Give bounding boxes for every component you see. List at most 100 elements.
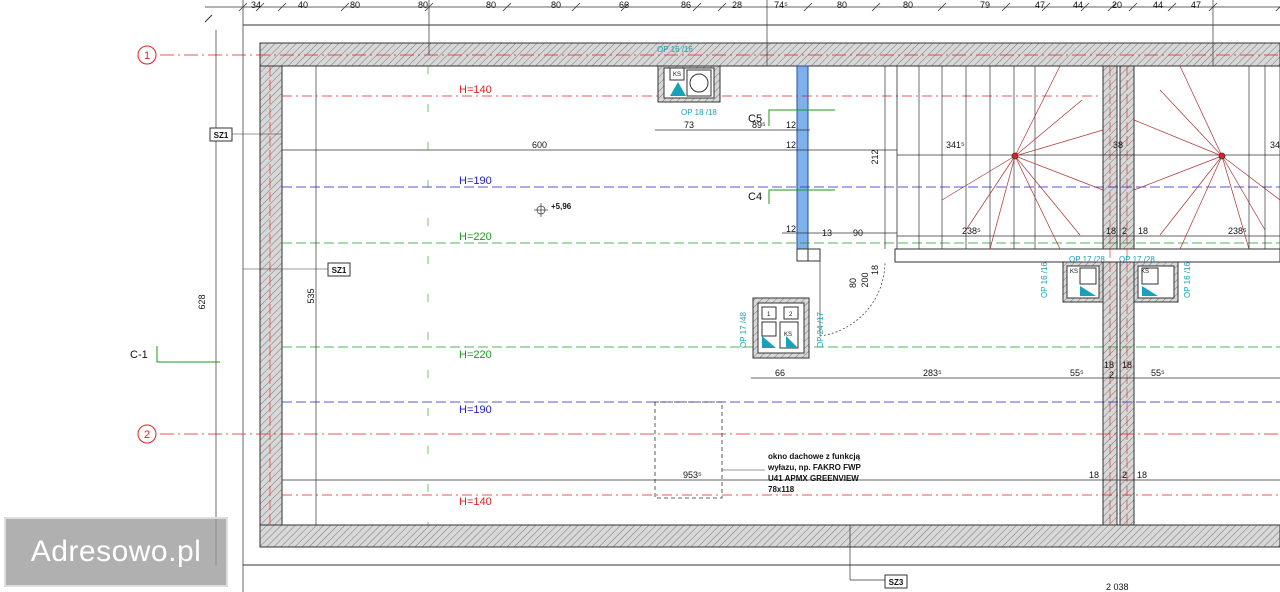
- blue-column: [796, 65, 809, 250]
- top-dimension-label: 80: [350, 0, 360, 10]
- level-h140-bot: H=140: [459, 496, 492, 508]
- svg-text:okno dachowe z funkcją: okno dachowe z funkcją: [768, 452, 861, 461]
- svg-text:212: 212: [870, 149, 880, 164]
- chimney-middle: [752, 297, 810, 359]
- level-h190-top: H=190: [459, 175, 492, 187]
- svg-text:78x118: 78x118: [768, 485, 795, 494]
- svg-text:KS: KS: [1141, 269, 1149, 275]
- winder-line: [1179, 65, 1223, 157]
- winder-line: [1014, 129, 1104, 157]
- top-dimension-label: 80: [486, 0, 496, 10]
- svg-text:34: 34: [1270, 140, 1280, 150]
- svg-text:18: 18: [1138, 226, 1148, 236]
- top-dimension-label: 86: [681, 0, 691, 10]
- svg-text:C4: C4: [748, 191, 762, 203]
- svg-text:2 038: 2 038: [1106, 582, 1129, 592]
- tag-sz1-b: SZ1: [243, 262, 351, 277]
- top-dimension-label: 66: [619, 0, 629, 10]
- svg-text:2: 2: [1122, 470, 1127, 480]
- winder-line: [1014, 155, 1104, 191]
- svg-text:OP 16 /16: OP 16 /16: [1040, 262, 1049, 298]
- svg-text:SZ1: SZ1: [214, 131, 229, 140]
- svg-text:U41 APMX GREENVIEW: U41 APMX GREENVIEW: [768, 474, 859, 483]
- svg-text:OP 18 /18: OP 18 /18: [681, 108, 717, 117]
- top-dimension-label: 47: [1035, 0, 1045, 10]
- svg-text:80: 80: [848, 278, 858, 288]
- svg-text:SZ1: SZ1: [332, 266, 347, 275]
- svg-text:OP 17 /28: OP 17 /28: [1069, 255, 1105, 264]
- svg-text:535: 535: [306, 288, 316, 303]
- top-dimension-label: 79: [980, 0, 990, 10]
- top-dimension-label: 80: [551, 0, 561, 10]
- svg-text:18: 18: [1089, 470, 1099, 480]
- dimension-texts: 600 628 535 73 89⁵ 12 12 12 212 341⁵ 38 …: [197, 120, 1280, 592]
- winder-center: [1011, 152, 1019, 160]
- svg-text:18: 18: [870, 265, 880, 275]
- top-dimension-label: 74⁵: [774, 0, 788, 10]
- svg-text:66: 66: [775, 368, 785, 378]
- chimney-right-b: [1133, 261, 1179, 303]
- winder-center: [1218, 152, 1226, 160]
- door-jamb: [796, 248, 809, 262]
- svg-text:953⁵: 953⁵: [683, 470, 702, 480]
- svg-text:OP 16 /16: OP 16 /16: [1183, 262, 1192, 298]
- elevation-marker: +5,96: [534, 202, 572, 217]
- svg-text:2: 2: [1122, 226, 1127, 236]
- svg-text:341⁵: 341⁵: [946, 140, 965, 150]
- svg-text:12: 12: [786, 140, 796, 150]
- svg-text:238⁵: 238⁵: [962, 226, 981, 236]
- left-wall: [259, 65, 283, 526]
- top-dimension-label: 20: [1112, 0, 1122, 10]
- winder-line: [941, 155, 1016, 201]
- svg-text:C-1: C-1: [130, 349, 148, 361]
- winder-line: [1159, 89, 1223, 157]
- level-h190-bot: H=190: [459, 404, 492, 416]
- top-dimension-label: 80: [418, 0, 428, 10]
- tag-sz3: SZ3: [884, 574, 908, 589]
- svg-text:KS: KS: [1070, 269, 1078, 275]
- svg-text:200: 200: [860, 272, 870, 287]
- svg-text:18: 18: [1104, 360, 1114, 370]
- svg-text:238⁵: 238⁵: [1228, 226, 1247, 236]
- axis-1-marker: 1: [137, 45, 157, 65]
- section-c1: C-1: [130, 346, 220, 363]
- winder-line: [1014, 65, 1061, 157]
- svg-text:55⁵: 55⁵: [1070, 368, 1084, 378]
- walls: [243, 24, 1280, 566]
- winder-line: [965, 155, 1016, 231]
- svg-text:+5,96: +5,96: [551, 202, 572, 211]
- winder-line: [1014, 99, 1083, 157]
- top-dimension-chain: 34 40 80 80 80 80 66 86 28 74⁵ 80 80 79 47 44 20 44 47: [204, 0, 1280, 592]
- svg-text:89⁵: 89⁵: [752, 120, 766, 130]
- winder-line: [989, 155, 1016, 250]
- svg-text:90: 90: [853, 228, 863, 238]
- svg-text:13: 13: [822, 228, 832, 238]
- level-h140-top: H=140: [459, 84, 492, 96]
- axis-2-marker: 2: [137, 424, 157, 444]
- chimney-right-a: [1062, 261, 1104, 303]
- bottom-wall: [259, 524, 1280, 548]
- section-c4: C4: [748, 189, 835, 204]
- svg-text:OP 16 /16: OP 16 /16: [657, 45, 693, 54]
- svg-text:OP 17 /28: OP 17 /28: [1119, 255, 1155, 264]
- axis-2-label: 2: [144, 429, 150, 441]
- svg-text:OP 17 /48: OP 17 /48: [739, 312, 748, 348]
- chimney-top: [657, 65, 721, 103]
- winder-line: [1221, 155, 1280, 201]
- winder-line: [1133, 119, 1223, 157]
- svg-text:55⁵: 55⁵: [1151, 368, 1165, 378]
- top-wall: [259, 42, 1280, 67]
- svg-text:283⁵: 283⁵: [923, 368, 942, 378]
- stairs: [896, 65, 1280, 250]
- top-dimension-label: 40: [298, 0, 308, 10]
- watermark-logo: Adresowo.pl: [4, 517, 228, 587]
- top-dimension-label: 44: [1073, 0, 1083, 10]
- svg-text:73: 73: [684, 120, 694, 130]
- top-dimension-label: 47: [1191, 0, 1201, 10]
- svg-text:2: 2: [1109, 370, 1114, 380]
- svg-text:wyłazu, np. FAKRO FWP: wyłazu, np. FAKRO FWP: [767, 463, 862, 472]
- svg-text:SZ3: SZ3: [889, 578, 904, 587]
- top-dimension-label: 80: [837, 0, 847, 10]
- level-h220-bot: H=220: [459, 349, 492, 361]
- winder-line: [1221, 155, 1266, 231]
